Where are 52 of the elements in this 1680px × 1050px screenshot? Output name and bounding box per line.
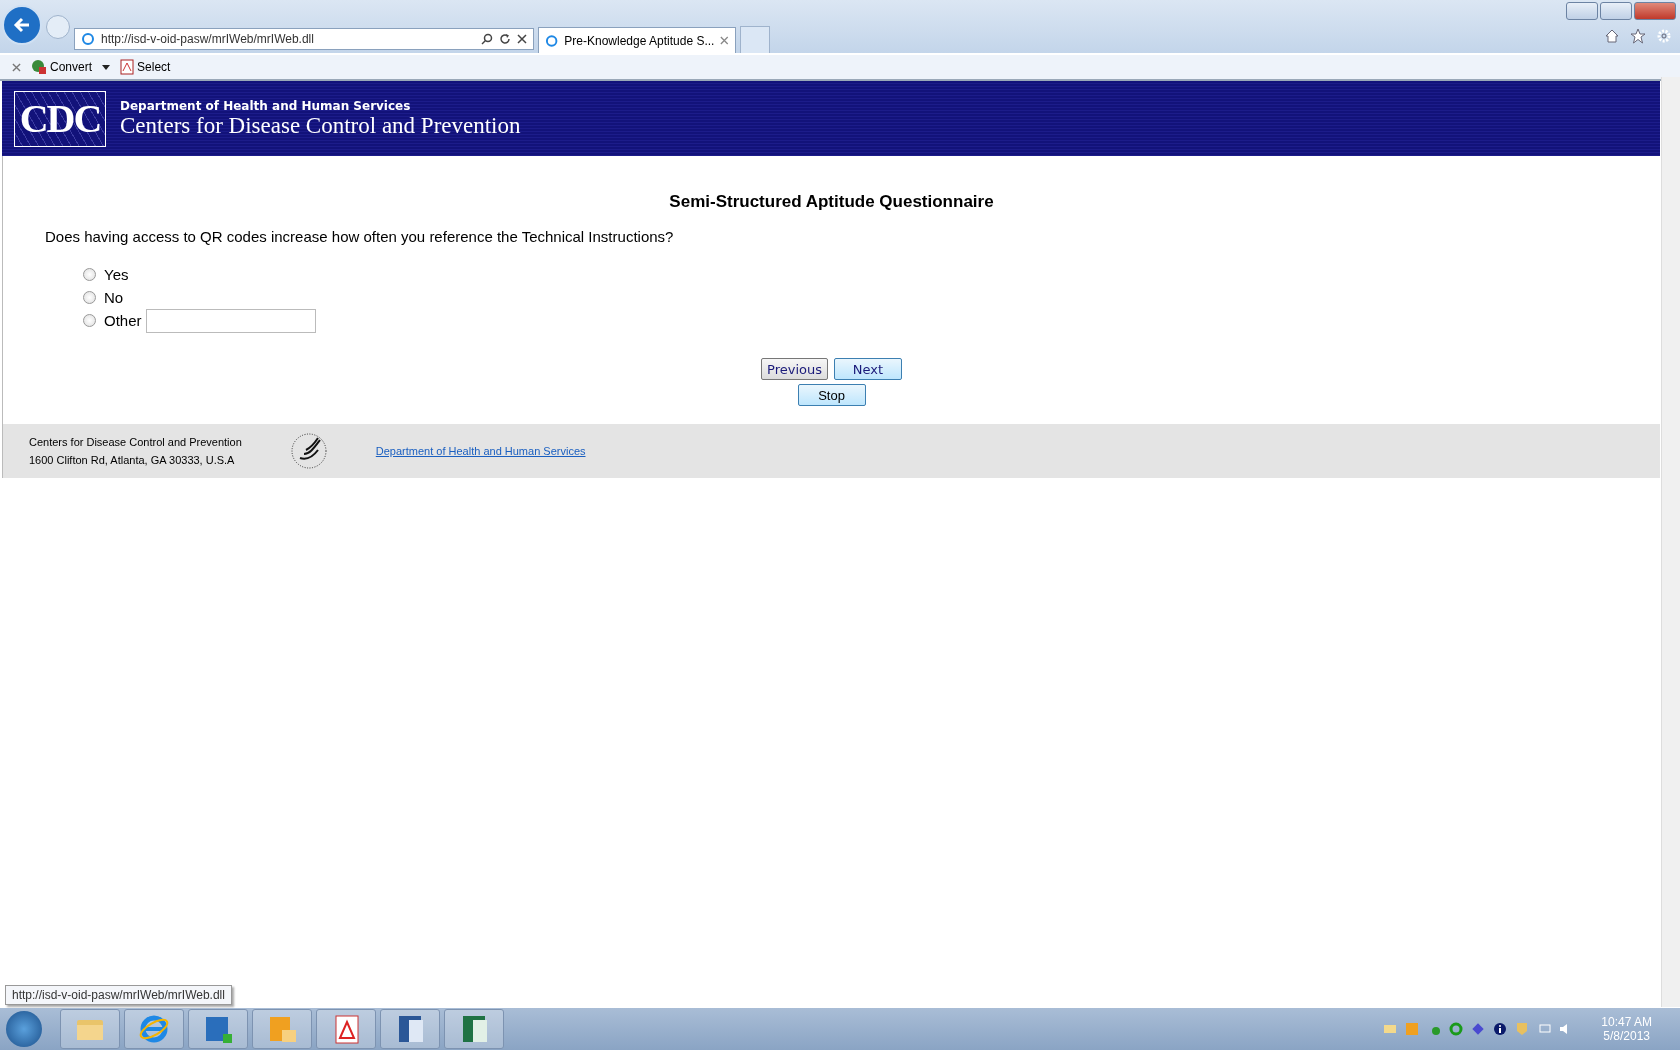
refresh-icon[interactable]	[499, 33, 511, 45]
radio-button[interactable]	[83, 291, 96, 304]
forward-button[interactable]	[46, 15, 70, 39]
new-tab-button[interactable]	[740, 26, 770, 53]
agency-logo: CDC	[14, 90, 106, 147]
nav-button[interactable]: Previous	[761, 358, 828, 380]
nav-button[interactable]: Next	[833, 358, 902, 380]
restore-button[interactable]	[1600, 2, 1632, 20]
home-icon[interactable]	[1604, 28, 1620, 44]
taskbar-app-button[interactable]	[316, 1009, 376, 1049]
browser-page-icon	[545, 33, 559, 48]
footer-text: 1600 Clifton Rd, Atlanta, GA 30333, U.S.A	[29, 454, 236, 466]
agency-name: Centers for Disease Control and Prevention	[120, 112, 521, 139]
question-text: Does having access to QR codes increase how often you reference the Technical Instructions?	[45, 228, 675, 245]
network-icon[interactable]	[1537, 1022, 1552, 1036]
taskbar-app-button[interactable]	[380, 1009, 440, 1049]
taskbar-app-button[interactable]	[444, 1009, 504, 1049]
toolbar-button[interactable]: Select	[116, 59, 175, 75]
settings-icon[interactable]	[1656, 28, 1672, 44]
search-icon[interactable]	[481, 33, 493, 45]
toolbar-button[interactable]: Convert	[27, 59, 97, 75]
option-label: Yes	[104, 266, 129, 283]
stop-button[interactable]: Stop	[797, 384, 866, 406]
footer-text: Centers for Disease Control and Prevention	[29, 436, 242, 448]
address-text: http://isd-v-oid-pasw/mrIWeb/mrIWeb.dll	[101, 32, 315, 46]
department-name: Department of Health and Human Services	[120, 98, 412, 113]
minimize-button[interactable]	[1566, 2, 1598, 20]
scrollbar[interactable]	[1661, 77, 1680, 1007]
questionnaire-title: Semi-Structured Aptitude Questionnaire	[668, 191, 995, 212]
department-link[interactable]: Department of Health and Human Services	[375, 445, 586, 457]
envelope-icon[interactable]	[1383, 1022, 1398, 1036]
eagle-seal-icon	[289, 432, 328, 470]
left-arrow-icon	[12, 15, 32, 35]
browser-tab[interactable]: Pre-Knowledge Aptitude S...	[538, 27, 736, 53]
other-input-field[interactable]	[145, 308, 316, 333]
option-label: Other	[104, 312, 142, 329]
star-icon[interactable]	[1630, 28, 1646, 44]
browser-page-icon	[81, 32, 95, 46]
dropdown-caret-icon[interactable]	[102, 64, 111, 70]
info-icon[interactable]	[1493, 1022, 1508, 1036]
address-bar[interactable]: http://isd-v-oid-pasw/mrIWeb/mrIWeb.dll	[74, 28, 534, 50]
taskbar-app-button[interactable]	[188, 1009, 248, 1049]
start-button[interactable]	[6, 1011, 42, 1047]
option-label: No	[104, 289, 124, 306]
radio-button[interactable]	[83, 268, 96, 281]
globe-pdf-icon	[31, 59, 47, 75]
radio-button[interactable]	[83, 314, 96, 327]
back-button[interactable]	[2, 5, 42, 45]
close-icon[interactable]	[517, 34, 527, 44]
status-url-tooltip: http://isd-v-oid-pasw/mrIWeb/mrIWeb.dll	[5, 985, 232, 1005]
close-button[interactable]	[1634, 2, 1676, 20]
document-select-icon	[120, 59, 135, 75]
